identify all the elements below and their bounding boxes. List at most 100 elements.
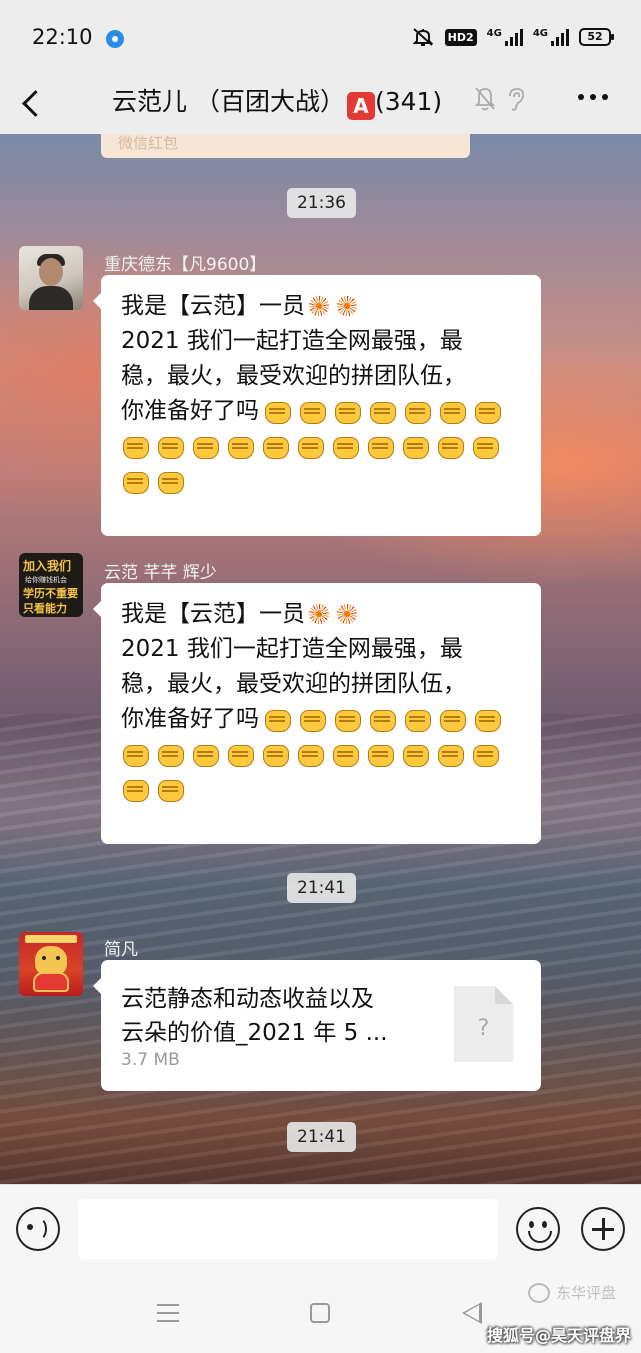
location-dot-icon [106,30,124,48]
message-line: 我是【云范】一员 [121,293,305,319]
ear-icon [509,88,525,111]
signal-icon: 4G [533,28,569,46]
signal-icon: 4G [487,28,523,46]
network-type-label: 4G [486,28,502,39]
timestamp: 21:41 [287,873,356,903]
avatar-text: 只看能力 [23,602,67,615]
chat-title[interactable]: 云范儿 （百团大战） A (341) [112,82,442,122]
fist-emoji [473,704,501,732]
firework-emoji [307,296,331,316]
fist-emoji [156,466,184,494]
fist-emoji [263,704,291,732]
message-line: 你准备好了吗 [121,706,259,732]
message-line: 稳，最火，最受欢迎的拼团队伍， [121,671,466,697]
fist-emoji [403,396,431,424]
back-triangle-icon[interactable] [462,1302,482,1324]
fist-emoji [191,431,219,459]
fist-emoji [121,739,149,767]
network-type-label: 4G [532,28,548,39]
file-icon-glyph: ? [477,1016,490,1041]
avatar-text: 加入我们 [23,559,72,573]
avatar[interactable] [19,932,83,996]
chat-title-text: 云范儿 （百团大战） [112,87,345,116]
fist-emoji [298,396,326,424]
message-line: 你准备好了吗 [121,398,259,424]
fist-emoji [296,431,324,459]
watermark-logo-icon [528,1283,550,1303]
fist-emoji [368,704,396,732]
fist-emoji [331,431,359,459]
sender-name: 重庆德东【凡9600】 [104,255,267,275]
sender-name: 云范 芊芊 辉少 [104,563,217,583]
fist-emoji [436,739,464,767]
file-size: 3.7 MB [121,1050,180,1070]
avatar-text: 给你赚钱机会 [25,576,67,584]
timestamp: 21:36 [287,188,356,218]
fist-emoji [333,704,361,732]
avatar-text: 学历不重要 [23,587,78,600]
message-line: 2021 我们一起打造全网最强，最 [121,636,463,662]
timestamp: 21:41 [287,1122,356,1152]
fist-emoji [403,704,431,732]
fist-emoji [191,739,219,767]
message-bubble[interactable]: 我是【云范】一员 2021 我们一起打造全网最强，最 稳，最火，最受欢迎的拼团队… [93,275,541,536]
home-icon[interactable] [310,1303,330,1323]
fist-emoji [368,396,396,424]
fist-emoji [263,396,291,424]
message-line: 我是【云范】一员 [121,601,305,627]
voice-icon[interactable] [16,1207,60,1251]
status-bar: 22:10 HD2 4G 4G 52 [0,0,641,72]
menu-icon[interactable] [157,1304,179,1322]
fist-emoji [296,739,324,767]
more-dots-icon[interactable] [578,94,608,100]
back-arrow-icon[interactable] [18,82,48,122]
hd-icon: HD2 [444,28,477,46]
fist-emoji [471,431,499,459]
mute-icon [412,28,434,46]
battery-icon: 52 [579,28,614,46]
fist-emoji [438,704,466,732]
message-input[interactable] [78,1199,498,1259]
file-message-bubble[interactable]: 云范静态和动态收益以及 云朵的价值_2021 年 5 ... 3.7 MB ? [93,960,541,1091]
fist-emoji [366,431,394,459]
fist-emoji [156,739,184,767]
watermark-text: 东华评盘 [556,1284,617,1302]
plus-icon[interactable] [581,1207,625,1251]
fist-emoji [436,431,464,459]
fist-emoji [333,396,361,424]
firework-emoji [335,296,359,316]
input-bar [0,1184,641,1271]
fist-emoji [156,774,184,802]
fist-emoji [366,739,394,767]
file-name-line: 云范静态和动态收益以及 [121,986,374,1012]
fist-emoji [401,431,429,459]
fist-emoji [331,739,359,767]
status-icons: HD2 4G 4G 52 [411,26,614,48]
fist-emoji [473,396,501,424]
fist-emoji [471,739,499,767]
message-bubble[interactable]: 我是【云范】一员 2021 我们一起打造全网最强，最 稳，最火，最受欢迎的拼团队… [93,583,541,844]
bell-off-icon [474,87,496,111]
fist-emoji [156,431,184,459]
firework-emoji [335,604,359,624]
member-count: (341) [374,87,443,116]
firework-emoji [307,604,331,624]
file-name: 云范静态和动态收益以及 云朵的价值_2021 年 5 ... [121,982,431,1050]
fist-emoji [261,739,289,767]
message-text: 我是【云范】一员 2021 我们一起打造全网最强，最 稳，最火，最受欢迎的拼团队… [121,289,523,499]
fist-emoji [121,774,149,802]
avatar[interactable] [19,246,83,310]
chat-header: 云范儿 （百团大战） A (341) [0,72,641,134]
message-text: 我是【云范】一员 2021 我们一起打造全网最强，最 稳，最火，最受欢迎的拼团队… [121,597,523,807]
avatar[interactable]: 加入我们 给你赚钱机会 学历不重要 只看能力 [19,553,83,617]
sender-name: 简凡 [104,940,138,960]
fist-emoji [261,431,289,459]
message-line: 2021 我们一起打造全网最强，最 [121,328,463,354]
watermark-text: 搜狐号@昊天评盘界 [487,1326,632,1345]
emoji-icon[interactable] [516,1207,560,1251]
fist-emoji [438,396,466,424]
message-line: 稳，最火，最受欢迎的拼团队伍， [121,363,466,389]
status-time: 22:10 [32,25,93,49]
unknown-file-icon: ? [454,986,513,1062]
fist-emoji [121,466,149,494]
